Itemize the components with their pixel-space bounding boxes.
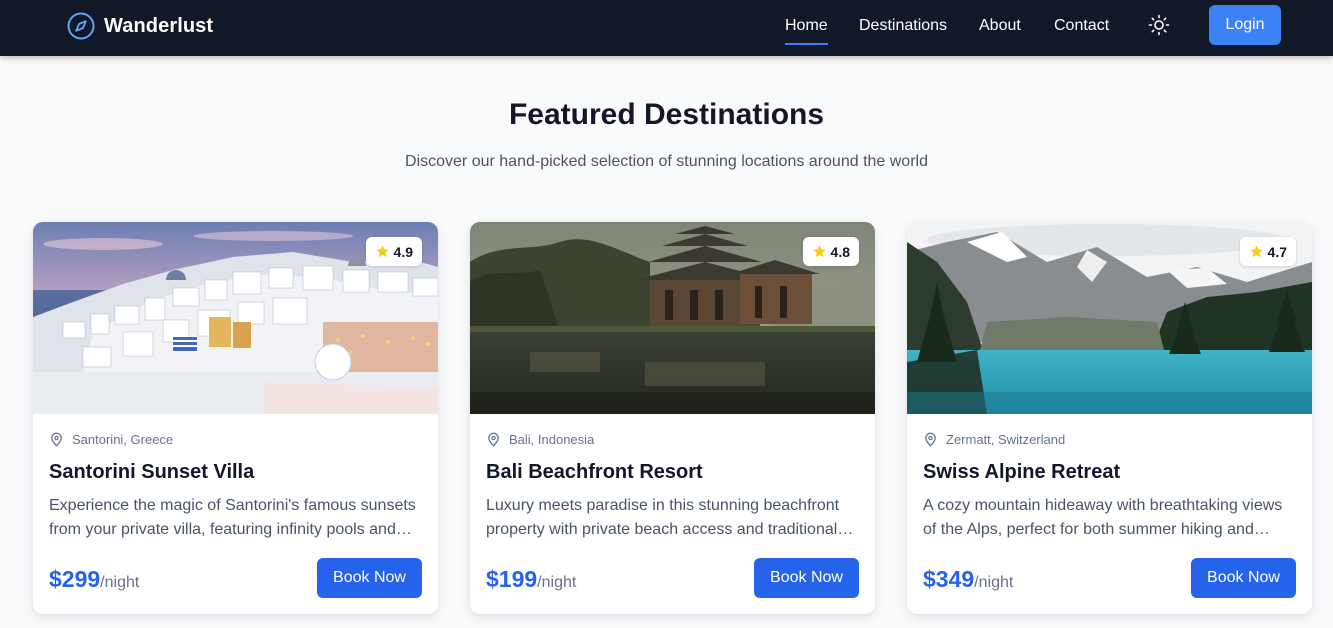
- location-text: Zermatt, Switzerland: [946, 432, 1066, 447]
- book-now-button[interactable]: Book Now: [754, 558, 859, 598]
- destination-card-santorini[interactable]: 4.9 Santorini, Greece Santorini Sunset V…: [33, 222, 438, 614]
- card-title[interactable]: Swiss Alpine Retreat: [923, 461, 1120, 484]
- nav-link-contact[interactable]: Contact: [1054, 15, 1109, 45]
- destination-card-swiss[interactable]: 4.7 Zermatt, Switzerland Swiss Alpine Re…: [907, 222, 1312, 614]
- star-icon: [375, 245, 389, 258]
- card-title[interactable]: Santorini Sunset Villa: [49, 461, 254, 484]
- star-icon: [1249, 245, 1263, 258]
- location: Bali, Indonesia: [486, 432, 594, 447]
- card-description: A cozy mountain hideaway with breathtaki…: [923, 497, 1283, 538]
- nav-link-home[interactable]: Home: [785, 15, 828, 45]
- compass-icon: [67, 12, 95, 40]
- price-amount: $299: [49, 566, 101, 592]
- section-subtitle: Discover our hand-picked selection of st…: [405, 153, 928, 170]
- rating-value: 4.7: [1267, 243, 1287, 260]
- sun-icon[interactable]: [1148, 14, 1170, 36]
- price-amount: $199: [486, 566, 538, 592]
- rating-badge: 4.7: [1239, 237, 1296, 266]
- rating-badge: 4.9: [365, 237, 422, 266]
- price-amount: $349: [923, 566, 975, 592]
- map-pin-icon: [51, 432, 62, 447]
- book-now-button[interactable]: Book Now: [1191, 558, 1296, 598]
- nav-link-destinations[interactable]: Destinations: [859, 15, 947, 45]
- rating-value: 4.9: [393, 243, 413, 260]
- navbar: Wanderlust Home Destinations About Conta…: [0, 0, 1333, 56]
- card-description: Experience the magic of Santorini's famo…: [49, 497, 416, 538]
- location: Santorini, Greece: [49, 432, 173, 447]
- location-text: Bali, Indonesia: [509, 432, 595, 447]
- price-unit: /night: [974, 574, 1014, 591]
- destination-card-bali[interactable]: 4.8 Bali, Indonesia Bali Beachfront Reso…: [470, 222, 875, 614]
- card-title[interactable]: Bali Beachfront Resort: [486, 461, 703, 484]
- price-unit: /night: [537, 574, 577, 591]
- map-pin-icon: [925, 432, 936, 447]
- map-pin-icon: [488, 432, 499, 447]
- rating-value: 4.8: [830, 243, 850, 260]
- login-button[interactable]: Login: [1209, 5, 1281, 45]
- price: $299 /night: [49, 566, 139, 593]
- location: Zermatt, Switzerland: [923, 432, 1065, 447]
- card-description: Luxury meets paradise in this stunning b…: [486, 497, 840, 538]
- nav-link-about[interactable]: About: [979, 15, 1021, 45]
- price: $349 /night: [923, 566, 1013, 593]
- book-now-button[interactable]: Book Now: [317, 558, 422, 598]
- price-unit: /night: [100, 574, 140, 591]
- brand-name: Wanderlust: [104, 14, 214, 37]
- location-text: Santorini, Greece: [72, 432, 174, 447]
- section-title: Featured Destinations: [508, 98, 825, 131]
- brand-logo[interactable]: Wanderlust: [66, 10, 213, 42]
- price: $199 /night: [486, 566, 576, 593]
- rating-badge: 4.8: [802, 237, 859, 266]
- star-icon: [812, 245, 826, 258]
